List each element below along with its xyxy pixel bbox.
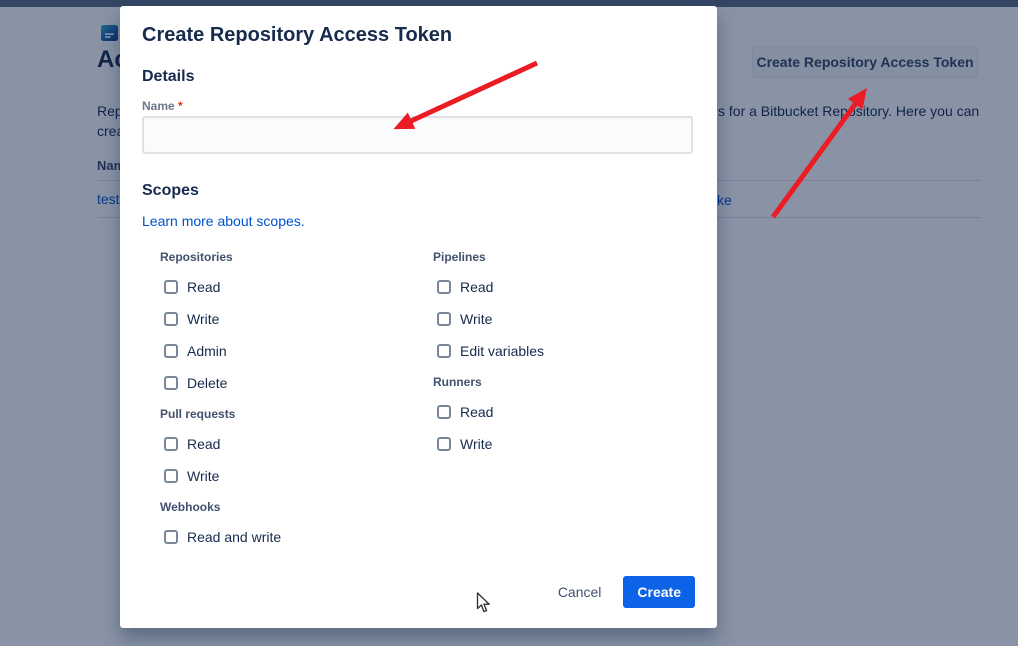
checkbox-label: Edit variables <box>460 343 544 359</box>
scope-checkbox-pull-requests-read[interactable]: Read <box>164 436 410 451</box>
checkbox-label: Delete <box>187 375 227 391</box>
checkbox-label: Admin <box>187 343 227 359</box>
scope-group-label-runners: Runners <box>433 375 683 389</box>
name-field-label: Name * <box>142 99 183 113</box>
create-repository-access-token-dialog: Create Repository Access Token Details N… <box>120 6 717 628</box>
cancel-button[interactable]: Cancel <box>554 578 606 606</box>
checkbox-icon[interactable] <box>164 437 178 451</box>
scope-checkbox-repositories-read[interactable]: Read <box>164 279 410 294</box>
checkbox-icon[interactable] <box>437 405 451 419</box>
scope-checkbox-pull-requests-write[interactable]: Write <box>164 468 410 483</box>
checkbox-icon[interactable] <box>164 344 178 358</box>
required-asterisk: * <box>178 99 183 113</box>
scope-checkbox-pipelines-read[interactable]: Read <box>437 279 683 294</box>
checkbox-icon[interactable] <box>437 312 451 326</box>
scope-group-label-pipelines: Pipelines <box>433 250 683 264</box>
checkbox-icon[interactable] <box>164 469 178 483</box>
checkbox-label: Read <box>460 279 493 295</box>
checkbox-label: Read <box>187 279 220 295</box>
scopes-learn-more-link[interactable]: Learn more about scopes. <box>142 213 305 229</box>
scope-group-label-pull-requests: Pull requests <box>160 407 410 421</box>
dialog-footer: Cancel Create <box>554 576 695 608</box>
dialog-title: Create Repository Access Token <box>142 24 452 47</box>
scope-checkbox-pipelines-edit-variables[interactable]: Edit variables <box>437 343 683 358</box>
scopes-section-heading: Scopes <box>142 182 199 200</box>
checkbox-label: Write <box>460 436 492 452</box>
scope-checkbox-repositories-admin[interactable]: Admin <box>164 343 410 358</box>
scope-checkbox-runners-read[interactable]: Read <box>437 404 683 419</box>
checkbox-icon[interactable] <box>164 376 178 390</box>
details-section-heading: Details <box>142 68 194 86</box>
checkbox-label: Write <box>460 311 492 327</box>
scope-checkbox-runners-write[interactable]: Write <box>437 436 683 451</box>
checkbox-icon[interactable] <box>164 530 178 544</box>
scope-group-label-webhooks: Webhooks <box>160 500 410 514</box>
scope-checkbox-repositories-delete[interactable]: Delete <box>164 375 410 390</box>
checkbox-label: Read <box>187 436 220 452</box>
scopes-column-left: Repositories Read Write Admin Delete Pul… <box>160 250 410 561</box>
checkbox-icon[interactable] <box>437 344 451 358</box>
checkbox-icon[interactable] <box>437 437 451 451</box>
scope-checkbox-webhooks-read-and-write[interactable]: Read and write <box>164 529 410 544</box>
scopes-column-right: Pipelines Read Write Edit variables Runn… <box>433 250 683 468</box>
checkbox-icon[interactable] <box>164 312 178 326</box>
scope-group-label-repositories: Repositories <box>160 250 410 264</box>
create-button[interactable]: Create <box>623 576 695 608</box>
name-field-label-text: Name <box>142 99 175 113</box>
checkbox-label: Write <box>187 311 219 327</box>
checkbox-label: Read <box>460 404 493 420</box>
scope-checkbox-repositories-write[interactable]: Write <box>164 311 410 326</box>
checkbox-icon[interactable] <box>164 280 178 294</box>
token-name-input[interactable] <box>142 116 693 154</box>
checkbox-label: Write <box>187 468 219 484</box>
checkbox-icon[interactable] <box>437 280 451 294</box>
scope-checkbox-pipelines-write[interactable]: Write <box>437 311 683 326</box>
checkbox-label: Read and write <box>187 529 281 545</box>
